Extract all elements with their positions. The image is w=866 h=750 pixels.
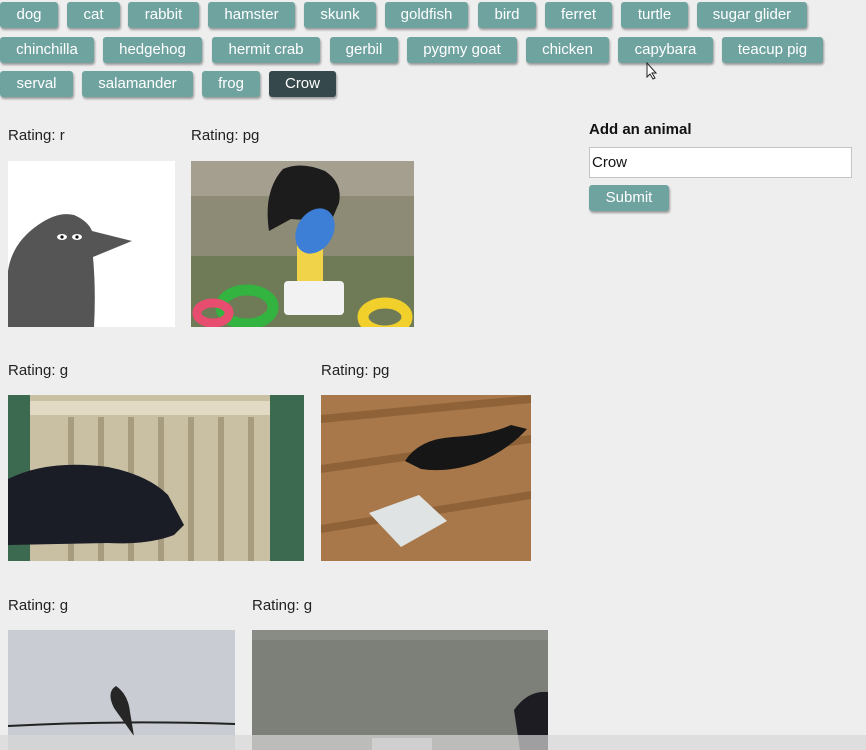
animal-button-chinchilla[interactable]: chinchilla bbox=[0, 37, 94, 63]
animal-button-bird[interactable]: bird bbox=[478, 2, 536, 28]
animal-button-frog[interactable]: frog bbox=[202, 71, 260, 97]
animal-button-hedgehog[interactable]: hedgehog bbox=[103, 37, 202, 63]
crow-at-cage-image bbox=[8, 395, 304, 561]
crow-on-wire-image bbox=[8, 630, 235, 750]
gif-rating: Rating: r bbox=[8, 127, 65, 144]
add-animal-title: Add an animal bbox=[589, 121, 692, 138]
animal-button-crow[interactable]: Crow bbox=[269, 71, 336, 97]
animal-button-chicken[interactable]: chicken bbox=[526, 37, 609, 63]
gif-rating: Rating: pg bbox=[321, 362, 390, 379]
animal-input[interactable] bbox=[589, 147, 852, 178]
animal-button-pygmy-goat[interactable]: pygmy goat bbox=[407, 37, 517, 63]
animal-button-capybara[interactable]: capybara bbox=[618, 37, 713, 63]
gif-rating: Rating: g bbox=[8, 362, 69, 379]
mouse-cursor-icon bbox=[646, 62, 658, 80]
animal-button-serval[interactable]: serval bbox=[0, 71, 73, 97]
gif-rating: Rating: g bbox=[8, 597, 69, 614]
animal-button-sugar-glider[interactable]: sugar glider bbox=[697, 2, 807, 28]
crow-tv-footage-image bbox=[252, 630, 548, 750]
horizontal-scrollbar[interactable] bbox=[0, 735, 866, 750]
animal-button-teacup-pig[interactable]: teacup pig bbox=[722, 37, 823, 63]
animal-button-hamster[interactable]: hamster bbox=[208, 2, 295, 28]
animal-button-rabbit[interactable]: rabbit bbox=[128, 2, 199, 28]
animal-button-skunk[interactable]: skunk bbox=[304, 2, 376, 28]
animal-button-dog[interactable]: dog bbox=[0, 2, 58, 28]
submit-button[interactable]: Submit bbox=[589, 185, 669, 211]
animal-button-salamander[interactable]: salamander bbox=[82, 71, 193, 97]
cartoon-crow-image bbox=[8, 161, 175, 327]
animal-button-ferret[interactable]: ferret bbox=[545, 2, 612, 28]
crow-ring-toy-image bbox=[191, 161, 414, 327]
gif-rating: Rating: g bbox=[252, 597, 313, 614]
animal-button-cat[interactable]: cat bbox=[67, 2, 120, 28]
gif-rating: Rating: pg bbox=[191, 127, 260, 144]
animal-button-hermit-crab[interactable]: hermit crab bbox=[212, 37, 320, 63]
crow-food-tray-image bbox=[321, 395, 531, 561]
animal-button-goldfish[interactable]: goldfish bbox=[385, 2, 468, 28]
animal-button-turtle[interactable]: turtle bbox=[621, 2, 688, 28]
animal-button-gerbil[interactable]: gerbil bbox=[330, 37, 398, 63]
